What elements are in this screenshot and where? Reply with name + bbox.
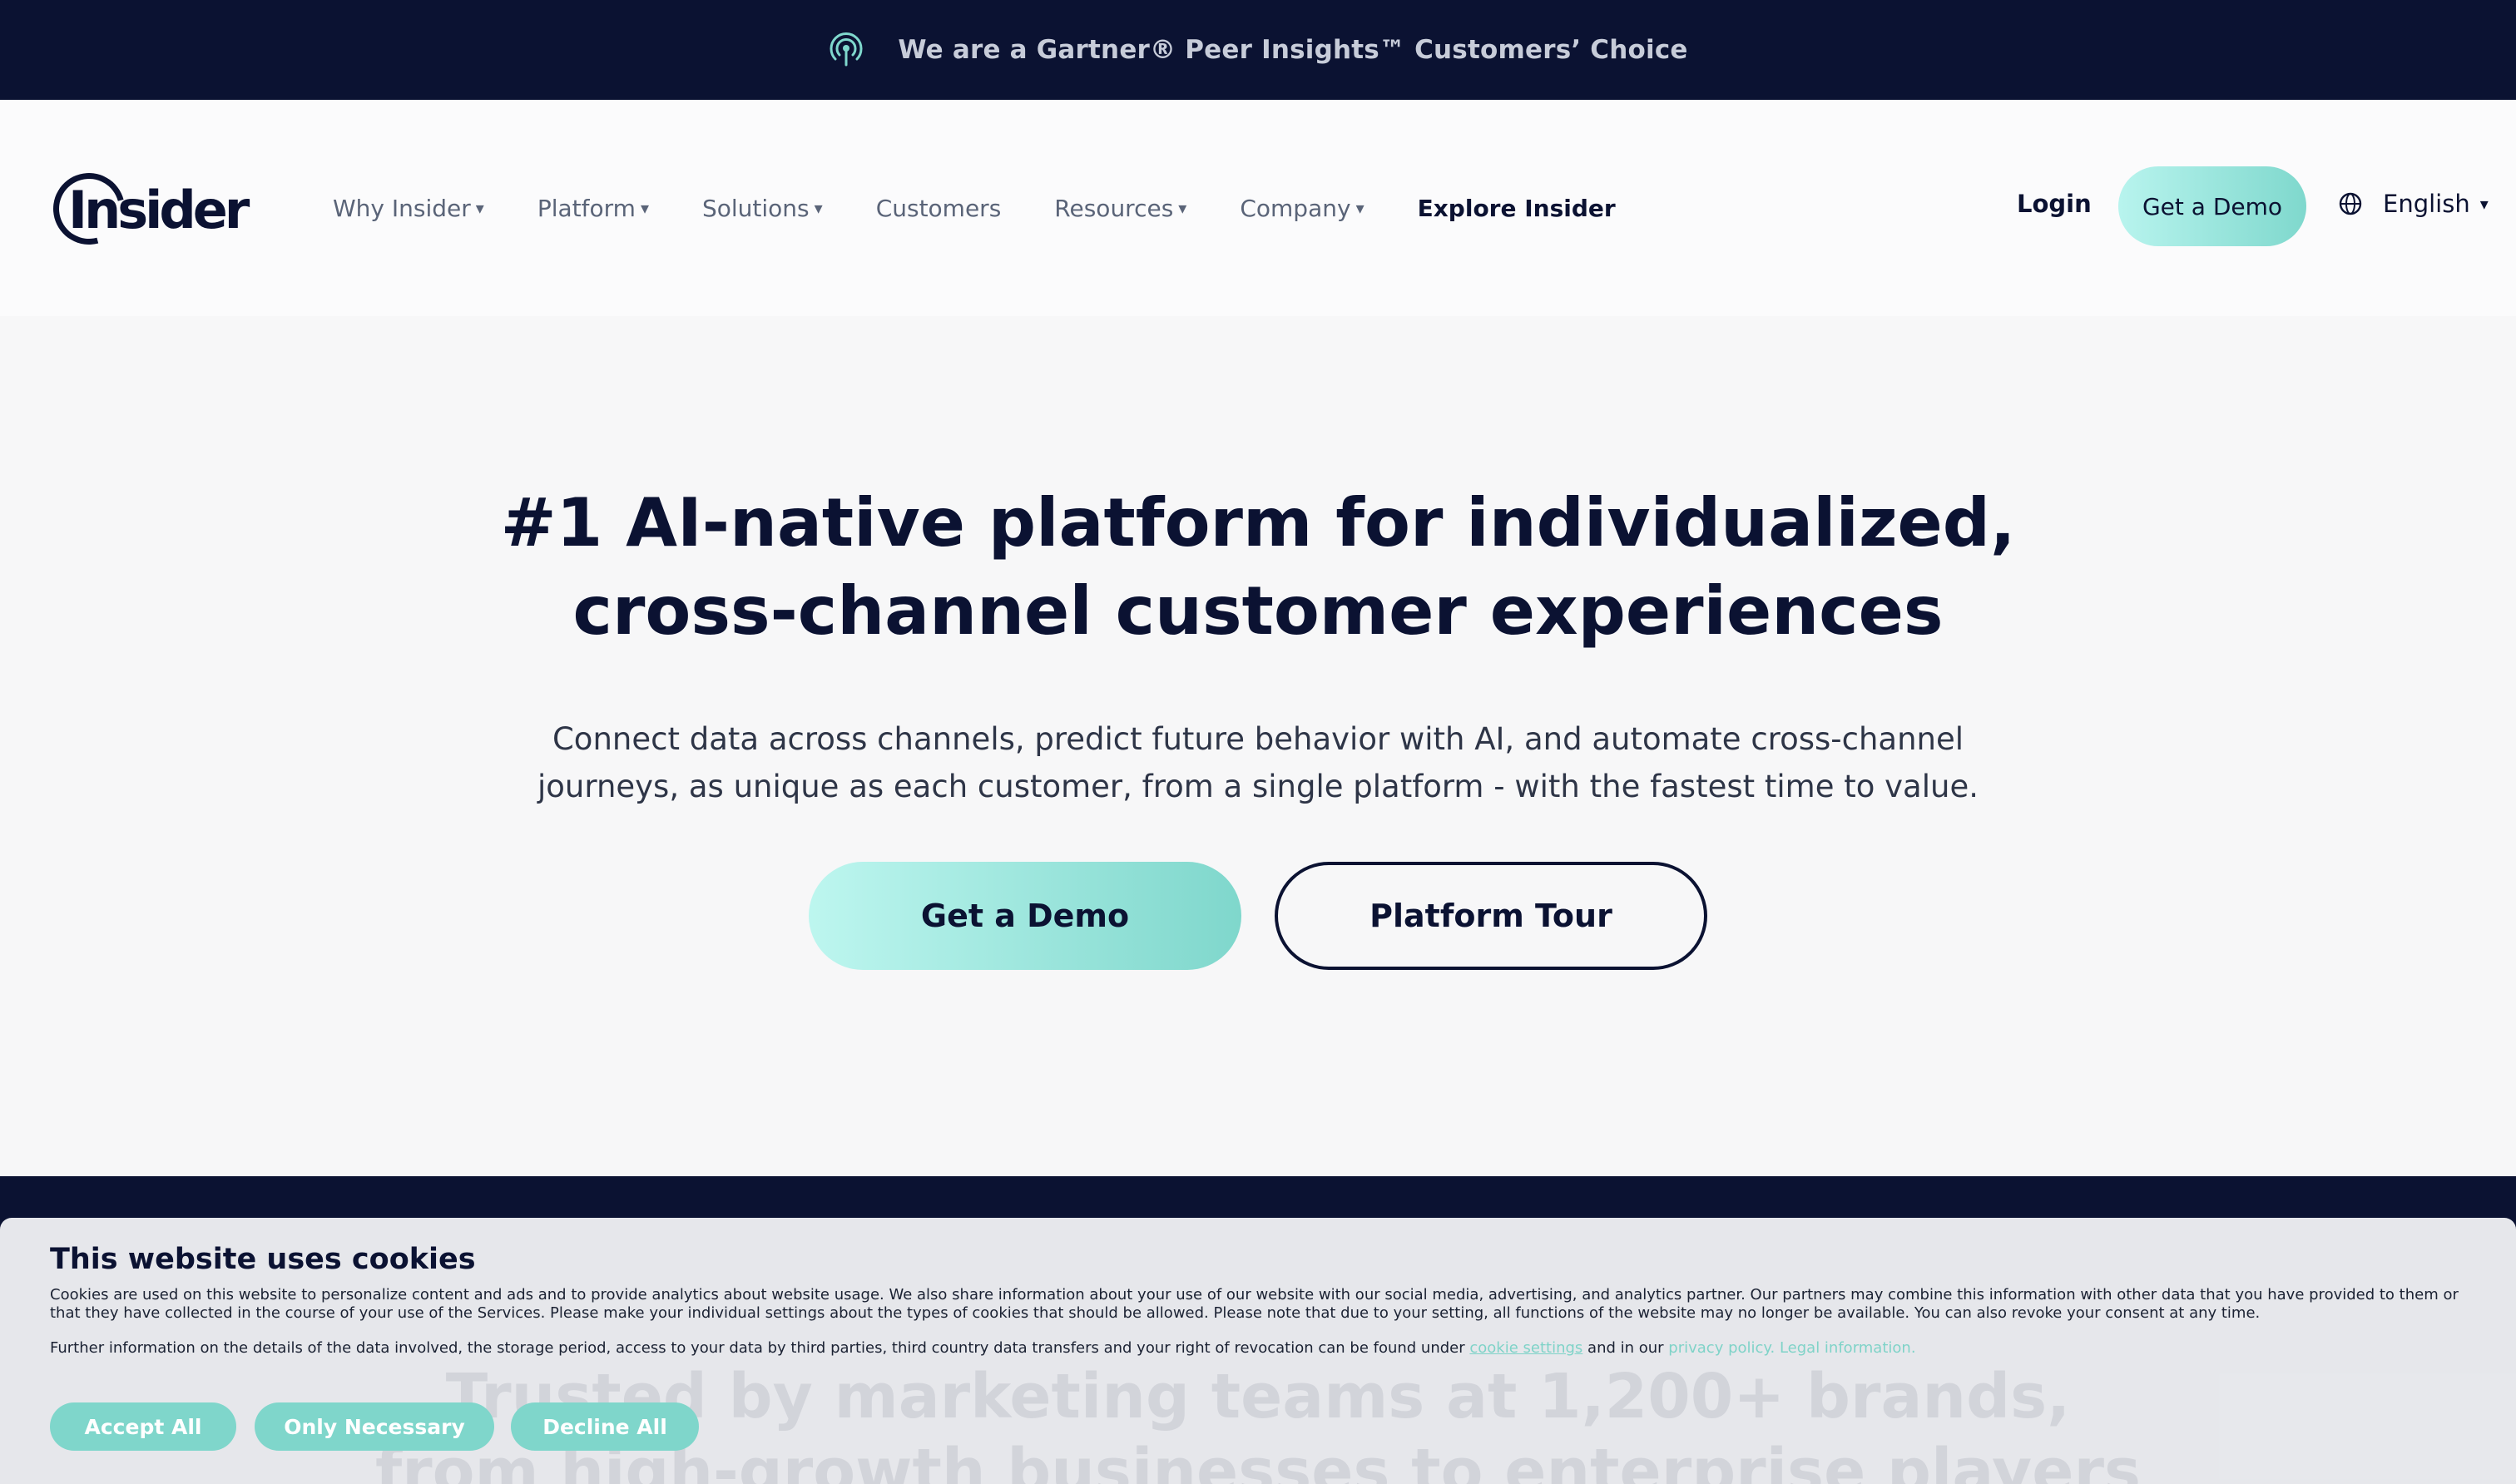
cookie-further-info-text: Further information on the details of th… bbox=[50, 1339, 1470, 1357]
login-link[interactable]: Login bbox=[2017, 190, 2092, 218]
menu-company[interactable]: Company ▾ bbox=[1240, 195, 1364, 222]
chevron-down-icon: ▾ bbox=[1355, 198, 1364, 218]
hero-title-line-1: #1 AI-native platform for individualized… bbox=[500, 484, 2016, 561]
cookie-description: Cookies are used on this website to pers… bbox=[50, 1286, 2459, 1322]
menu-why-insider[interactable]: Why Insider ▾ bbox=[333, 195, 484, 222]
menu-label: Why Insider bbox=[333, 194, 471, 222]
main-menu: Why Insider ▾ Platform ▾ Solutions ▾ Cus… bbox=[333, 100, 1669, 316]
chevron-down-icon: ▾ bbox=[2479, 194, 2489, 214]
chevron-down-icon: ▾ bbox=[475, 198, 484, 218]
chevron-down-icon: ▾ bbox=[814, 198, 823, 218]
globe-icon bbox=[2339, 192, 2362, 215]
cookie-title: This website uses cookies bbox=[50, 1243, 476, 1276]
privacy-policy-link[interactable]: privacy policy. bbox=[1668, 1339, 1775, 1357]
site-header: Insider Why Insider ▾ Platform ▾ Solutio… bbox=[0, 100, 2516, 316]
menu-label: Explore Insider bbox=[1417, 194, 1616, 222]
hero-subtitle: Connect data across channels, predict fu… bbox=[537, 721, 1979, 804]
menu-label: Solutions bbox=[701, 194, 810, 222]
cookie-settings-link[interactable]: cookie settings bbox=[1469, 1339, 1582, 1357]
menu-explore-insider[interactable]: Explore Insider bbox=[1418, 195, 1616, 222]
cookie-further-info-mid: and in our bbox=[1582, 1339, 1669, 1357]
chevron-down-icon: ▾ bbox=[640, 198, 649, 218]
hero-get-demo-button[interactable]: Get a Demo bbox=[809, 862, 1241, 970]
legal-information-link[interactable]: Legal information. bbox=[1780, 1339, 1916, 1357]
menu-label: Resources bbox=[1054, 194, 1174, 222]
announcement-bar[interactable]: We are a Gartner® Peer Insights™ Custome… bbox=[0, 0, 2516, 100]
only-necessary-button[interactable]: Only Necessary bbox=[255, 1402, 494, 1451]
cookie-banner: Trusted by marketing teams at 1,200+ bra… bbox=[0, 1218, 2516, 1484]
menu-platform[interactable]: Platform ▾ bbox=[537, 195, 649, 222]
hero-title: #1 AI-native platform for individualized… bbox=[0, 479, 2516, 655]
hero-section: #1 AI-native platform for individualized… bbox=[0, 316, 2516, 1176]
decline-all-button[interactable]: Decline All bbox=[511, 1402, 699, 1451]
accept-all-button[interactable]: Accept All bbox=[50, 1402, 236, 1451]
platform-tour-button[interactable]: Platform Tour bbox=[1275, 862, 1707, 970]
language-selector[interactable]: English ▾ bbox=[2338, 190, 2489, 218]
logo-text: Insider bbox=[68, 179, 250, 240]
menu-resources[interactable]: Resources ▾ bbox=[1054, 195, 1186, 222]
menu-label: Platform bbox=[537, 194, 636, 222]
menu-label: Company bbox=[1240, 194, 1351, 222]
hero-title-line-2: cross-channel customer experiences bbox=[572, 572, 1944, 650]
menu-solutions[interactable]: Solutions ▾ bbox=[702, 195, 823, 222]
chevron-down-icon: ▾ bbox=[1178, 198, 1187, 218]
language-label: English bbox=[2383, 190, 2470, 218]
insider-logo[interactable]: Insider bbox=[40, 160, 250, 258]
menu-customers[interactable]: Customers bbox=[876, 195, 1002, 222]
announcement-text[interactable]: We are a Gartner® Peer Insights™ Custome… bbox=[898, 35, 1687, 65]
signal-icon bbox=[830, 32, 863, 67]
cookie-further-info: Further information on the details of th… bbox=[50, 1339, 2463, 1358]
menu-label: Customers bbox=[875, 194, 1002, 222]
header-get-demo-button[interactable]: Get a Demo bbox=[2118, 166, 2306, 246]
